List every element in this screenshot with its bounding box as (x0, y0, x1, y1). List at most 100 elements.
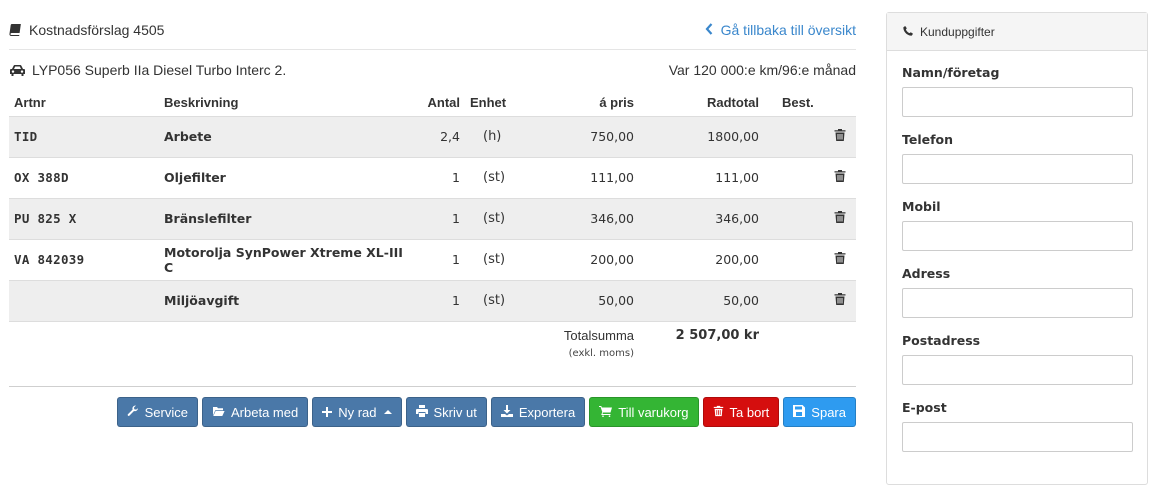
row-unit: (h) (465, 116, 531, 158)
service-button-label: Service (144, 404, 188, 420)
phone-input[interactable] (902, 154, 1133, 184)
save-button-label: Spara (811, 404, 846, 420)
row-description[interactable]: Miljöavgift (159, 280, 419, 322)
postal-address-label: Postadress (902, 333, 981, 348)
work-with-button-label: Arbeta med (231, 404, 299, 420)
col-artnr: Artnr (9, 90, 159, 117)
field-phone: Telefon (902, 132, 1133, 199)
export-button[interactable]: Exportera (490, 397, 586, 427)
trash-icon[interactable] (834, 169, 846, 183)
add-to-cart-button-label: Till varukorg (618, 404, 689, 420)
vehicle-description: LYP056 Superb IIa Diesel Turbo Interc 2. (32, 62, 287, 78)
download-icon (500, 404, 513, 420)
trash-icon[interactable] (834, 128, 846, 142)
row-unit-price[interactable]: 50,00 (531, 280, 639, 322)
total-label: Totalsumma (563, 327, 634, 343)
row-unit-price[interactable]: 750,00 (531, 116, 639, 158)
col-row-total: Radtotal (639, 90, 764, 117)
col-order: Best. (764, 90, 856, 117)
row-unit: (st) (465, 198, 531, 240)
row-unit: (st) (465, 157, 531, 199)
col-quantity: Antal (419, 90, 465, 117)
row-unit-price[interactable]: 346,00 (531, 198, 639, 240)
new-row-button[interactable]: Ny rad (312, 397, 402, 427)
row-unit: (st) (465, 239, 531, 281)
trash-icon[interactable] (834, 251, 846, 265)
row-description[interactable]: Motorolja SynPower Xtreme XL-III C (159, 239, 419, 281)
book-icon (9, 23, 23, 36)
trash-icon[interactable] (834, 292, 846, 306)
print-button-label: Skriv ut (433, 404, 477, 420)
row-quantity[interactable]: 1 (419, 198, 465, 240)
plus-icon (322, 405, 333, 420)
page-header: Kostnadsförslag 4505 Gå tillbaka till öv… (9, 10, 856, 50)
print-icon (415, 404, 428, 420)
caret-up-icon (383, 410, 392, 414)
export-button-label: Exportera (518, 404, 576, 420)
save-button[interactable]: Spara (783, 397, 856, 427)
name-input[interactable] (902, 87, 1133, 117)
main-content: Kostnadsförslag 4505 Gå tillbaka till öv… (9, 10, 856, 373)
total-value: 2 507,00 kr (639, 321, 764, 373)
total-row: Totalsumma (exkl. moms) 2 507,00 kr (9, 321, 856, 373)
customer-panel-title: Kunduppgifter (920, 24, 995, 39)
quote-items-table: Artnr Beskrivning Antal Enhet á pris Rad… (9, 90, 856, 373)
vehicle-info-row: LYP056 Superb IIa Diesel Turbo Interc 2.… (9, 50, 856, 90)
name-label: Namn/företag (902, 65, 1000, 80)
chevron-left-icon (705, 22, 713, 38)
print-button[interactable]: Skriv ut (405, 397, 487, 427)
page-title: Kostnadsförslag 4505 (9, 22, 164, 38)
save-icon (793, 404, 806, 420)
row-unit-price[interactable]: 111,00 (531, 157, 639, 199)
row-artnr[interactable]: PU 825 X (9, 198, 159, 240)
table-row: Miljöavgift 1 (st) 50,00 50,00 (9, 280, 856, 322)
customer-info-panel: Kunduppgifter Namn/företag Telefon Mobil… (886, 12, 1148, 485)
action-toolbar: Service Arbeta med Ny rad Skriv ut Expor… (116, 397, 856, 427)
delete-button[interactable]: Ta bort (702, 397, 780, 427)
row-quantity[interactable]: 2,4 (419, 116, 465, 158)
row-description[interactable]: Arbete (159, 116, 419, 158)
customer-panel-header: Kunduppgifter (887, 13, 1147, 51)
address-label: Adress (902, 266, 951, 281)
car-icon (9, 64, 27, 77)
col-description: Beskrivning (159, 90, 419, 117)
row-total: 111,00 (639, 157, 764, 199)
service-button[interactable]: Service (116, 397, 198, 427)
row-artnr[interactable]: TID (9, 116, 159, 158)
total-sublabel: (exkl. moms) (568, 347, 634, 359)
row-unit-price[interactable]: 200,00 (531, 239, 639, 281)
row-unit: (st) (465, 280, 531, 322)
service-interval: Var 120 000:e km/96:e månad (668, 62, 856, 78)
back-to-overview-link[interactable]: Gå tillbaka till översikt (705, 22, 856, 38)
row-quantity[interactable]: 1 (419, 157, 465, 199)
address-input[interactable] (902, 288, 1133, 318)
field-email: E-post (902, 400, 1133, 467)
customer-form: Namn/företag Telefon Mobil Adress Postad… (887, 51, 1147, 467)
col-unit: Enhet (465, 90, 531, 117)
row-quantity[interactable]: 1 (419, 239, 465, 281)
row-total: 50,00 (639, 280, 764, 322)
mobile-input[interactable] (902, 221, 1133, 251)
row-artnr[interactable]: VA 842039 (9, 239, 159, 281)
section-divider (9, 386, 856, 387)
work-with-button[interactable]: Arbeta med (202, 397, 309, 427)
row-description[interactable]: Bränslefilter (159, 198, 419, 240)
row-description[interactable]: Oljefilter (159, 157, 419, 199)
table-row: OX 388D Oljefilter 1 (st) 111,00 111,00 (9, 157, 856, 199)
row-total: 346,00 (639, 198, 764, 240)
row-quantity[interactable]: 1 (419, 280, 465, 322)
row-artnr[interactable]: OX 388D (9, 157, 159, 199)
table-header-row: Artnr Beskrivning Antal Enhet á pris Rad… (9, 90, 856, 117)
postal-address-input[interactable] (902, 355, 1133, 385)
phone-label: Telefon (902, 132, 954, 147)
row-artnr[interactable] (9, 280, 159, 322)
cart-icon (599, 405, 613, 420)
back-link-label: Gå tillbaka till översikt (720, 21, 856, 38)
table-row: PU 825 X Bränslefilter 1 (st) 346,00 346… (9, 198, 856, 240)
field-name: Namn/företag (902, 65, 1133, 132)
trash-icon[interactable] (834, 210, 846, 224)
table-row: VA 842039 Motorolja SynPower Xtreme XL-I… (9, 239, 856, 281)
email-input[interactable] (902, 422, 1133, 452)
delete-button-label: Ta bort (729, 404, 770, 420)
add-to-cart-button[interactable]: Till varukorg (589, 397, 699, 427)
